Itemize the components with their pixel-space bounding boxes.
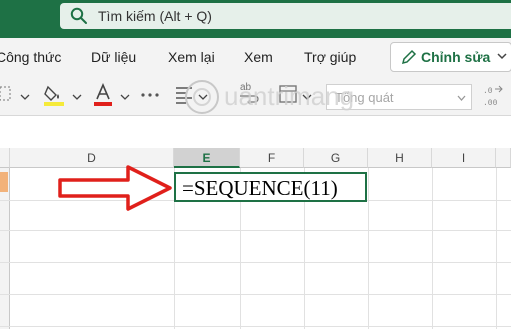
menu-help[interactable]: Trợ giúp	[304, 49, 356, 65]
column-header-e[interactable]: E	[174, 148, 240, 168]
search-icon	[70, 7, 87, 24]
font-color-dropdown-icon[interactable]	[120, 94, 130, 101]
font-color-icon[interactable]	[92, 83, 114, 107]
column-header-next[interactable]	[496, 148, 511, 168]
row-headers	[0, 168, 10, 329]
search-placeholder: Tìm kiếm (Alt + Q)	[98, 8, 212, 24]
column-header-i[interactable]: I	[432, 148, 496, 168]
borders-dropdown-icon[interactable]	[20, 94, 30, 101]
grid-line	[0, 262, 511, 263]
grid-line	[0, 230, 511, 231]
fill-color-dropdown-icon[interactable]	[72, 94, 82, 101]
title-bar: Tìm kiếm (Alt + Q)	[0, 0, 511, 38]
more-options-icon[interactable]	[140, 92, 160, 98]
column-header-f[interactable]: F	[240, 148, 304, 168]
search-box[interactable]: Tìm kiếm (Alt + Q)	[60, 3, 511, 29]
menu-formulas[interactable]: Công thức	[0, 49, 61, 65]
increase-decimal-icon[interactable]: .0 .00	[482, 84, 504, 108]
editing-mode-button[interactable]: Chỉnh sửa	[390, 42, 511, 72]
column-header-g[interactable]: G	[304, 148, 368, 168]
menu-view[interactable]: Xem	[244, 49, 273, 65]
chevron-down-icon	[457, 95, 466, 101]
menu-review[interactable]: Xem lại	[168, 49, 215, 65]
svg-text:uantrimang: uantrimang	[224, 81, 354, 111]
grid-line	[368, 168, 369, 329]
editing-mode-label: Chỉnh sửa	[421, 49, 491, 65]
grid-line	[0, 326, 511, 327]
red-arrow-annotation	[58, 165, 172, 211]
fill-color-icon[interactable]	[42, 83, 66, 107]
cell-formula-text: =SEQUENCE(11)	[182, 176, 338, 200]
active-cell-e[interactable]: =SEQUENCE(11)	[174, 172, 367, 202]
row-header-highlight[interactable]	[0, 172, 8, 192]
sheet-top-area	[0, 116, 511, 148]
select-all-corner[interactable]	[0, 148, 10, 168]
grid-line	[432, 168, 433, 329]
svg-text:.0: .0	[483, 87, 493, 96]
grid-line	[0, 294, 511, 295]
watermark-logo: uantrimang	[185, 80, 354, 114]
pencil-icon	[401, 49, 417, 65]
grid-line	[496, 168, 497, 329]
chevron-down-icon	[497, 53, 507, 60]
column-header-h[interactable]: H	[368, 148, 432, 168]
svg-text:.00: .00	[483, 99, 498, 108]
borders-icon[interactable]	[0, 86, 12, 102]
menu-data[interactable]: Dữ liệu	[91, 49, 136, 65]
